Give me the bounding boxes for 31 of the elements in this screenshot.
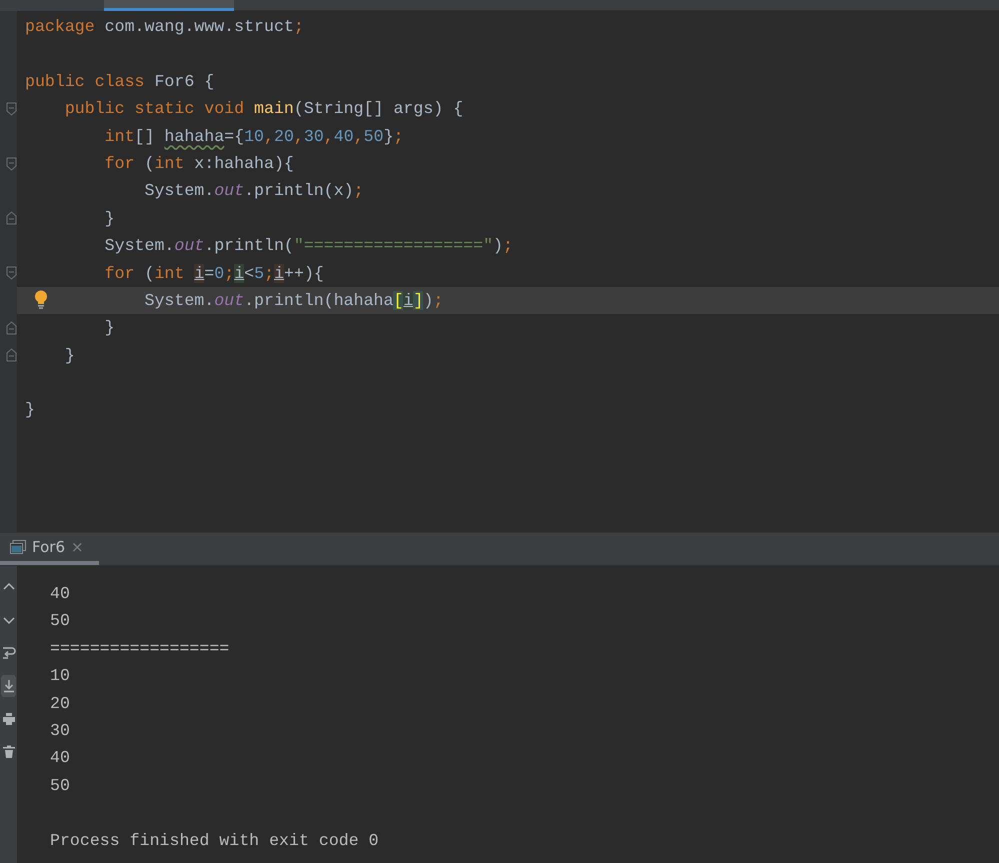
code-line: } (64, 344, 76, 367)
code-line: int[] hahaha={10,20,30,40,50}; (104, 126, 405, 148)
console-line: ================== (50, 638, 230, 660)
editor-tab[interactable] (104, 0, 234, 11)
unfold-icon[interactable] (6, 210, 17, 226)
fold-icon[interactable] (6, 100, 17, 117)
code-line: } (104, 317, 116, 340)
console-line: 10 (50, 665, 71, 688)
code-line: System.out.println(x); (143, 180, 365, 202)
fold-icon[interactable] (6, 156, 17, 172)
code-line: public class For6 { (24, 70, 216, 93)
code-line: System.out.println("=================="); (104, 235, 514, 258)
code-line: package com.wang.www.struct; (24, 16, 305, 38)
code-line: for (int i=0;i<5;i++){ (104, 262, 325, 285)
lightbulb-icon[interactable] (34, 290, 48, 309)
exit-message: Process finished with exit code 0 (50, 830, 380, 852)
scroll-to-end-icon[interactable] (1, 675, 16, 697)
console-line: 20 (50, 692, 71, 715)
console-line: 40 (50, 747, 71, 770)
console-icon (10, 540, 26, 554)
console-line: 30 (50, 720, 71, 742)
console-line: 50 (50, 610, 71, 632)
code-line: } (104, 208, 116, 230)
fold-icon[interactable] (6, 265, 17, 282)
unfold-icon[interactable] (6, 320, 17, 336)
code-line: } (24, 399, 36, 422)
code-line: public static void main(String[] args) { (64, 98, 464, 120)
console-line: 40 (50, 583, 71, 605)
console-line: 50 (50, 774, 71, 797)
code-line: for (int x:hahaha){ (104, 152, 295, 175)
unfold-icon[interactable] (6, 347, 17, 364)
